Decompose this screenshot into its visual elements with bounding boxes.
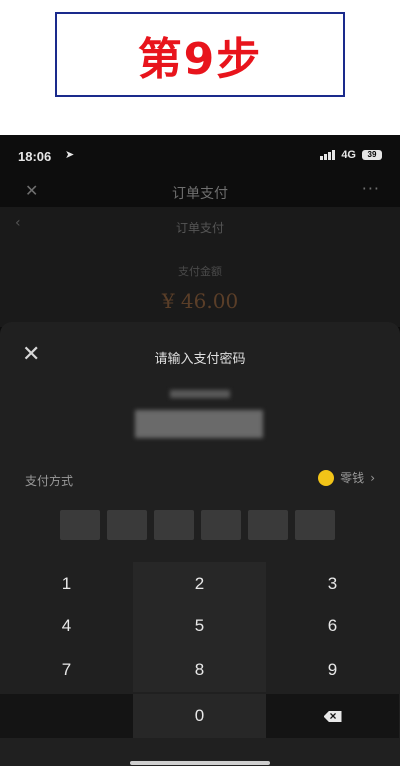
key-5[interactable]: 5: [133, 604, 266, 648]
password-digit-box: [154, 510, 194, 540]
nav-title: 订单支付: [172, 186, 228, 202]
password-digit-box: [248, 510, 288, 540]
delete-key-icon: [323, 711, 342, 723]
key-6[interactable]: 6: [266, 604, 399, 648]
password-digit-box: [201, 510, 241, 540]
numeric-keypad: 1 2 3 4 5 6 7 8 9 0: [0, 562, 400, 766]
key-4[interactable]: 4: [0, 604, 133, 648]
payment-method-selector[interactable]: 零钱 ›: [318, 469, 375, 486]
step-title: 第9步: [137, 33, 263, 85]
amount-label: 支付金额: [178, 265, 222, 278]
key-2[interactable]: 2: [133, 562, 266, 606]
key-9[interactable]: 9: [266, 648, 399, 692]
blurred-merchant: [170, 390, 230, 398]
password-input[interactable]: [60, 510, 335, 540]
nav-bar: ✕ 订单支付 ···: [0, 175, 400, 207]
key-3[interactable]: 3: [266, 562, 399, 606]
key-0[interactable]: 0: [133, 694, 266, 738]
status-bar: 18:06 ➤ 4G 39: [0, 135, 400, 175]
chevron-right-icon: ›: [370, 470, 375, 485]
delete-key[interactable]: [266, 694, 399, 738]
key-1[interactable]: 1: [0, 562, 133, 606]
battery-icon: 39: [362, 150, 382, 160]
coin-icon: [318, 469, 335, 486]
signal-icon: [320, 150, 336, 160]
blurred-amount: [135, 410, 263, 438]
key-7[interactable]: 7: [0, 648, 133, 692]
payment-method-value: 零钱: [340, 471, 365, 485]
order-payment-page: ‹ 订单支付 支付金额 ¥ 46.00: [0, 207, 400, 327]
password-digit-box: [60, 510, 100, 540]
payment-method-label: 支付方式: [25, 474, 74, 488]
password-digit-box: [107, 510, 147, 540]
phone-screen: 18:06 ➤ 4G 39 ✕ 订单支付 ··· ‹ 订单支付 支付金额 ¥ 4…: [0, 135, 400, 766]
step-banner: 第9步: [55, 12, 345, 97]
home-indicator: [130, 761, 270, 765]
network-type: 4G: [341, 149, 356, 161]
key-empty: [0, 694, 133, 738]
status-time: 18:06: [18, 149, 52, 164]
key-8[interactable]: 8: [133, 648, 266, 692]
more-icon[interactable]: ···: [362, 179, 380, 198]
location-arrow-icon: ➤: [65, 149, 75, 161]
amount-value: ¥ 46.00: [161, 289, 239, 313]
password-digit-box: [295, 510, 335, 540]
password-sheet: ✕ 请输入支付密码 支付方式 零钱 › 1 2 3 4 5 6 7 8 9 0 …: [0, 322, 400, 766]
sheet-title: 请输入支付密码: [154, 352, 246, 367]
page-subtitle: 订单支付: [175, 221, 224, 235]
